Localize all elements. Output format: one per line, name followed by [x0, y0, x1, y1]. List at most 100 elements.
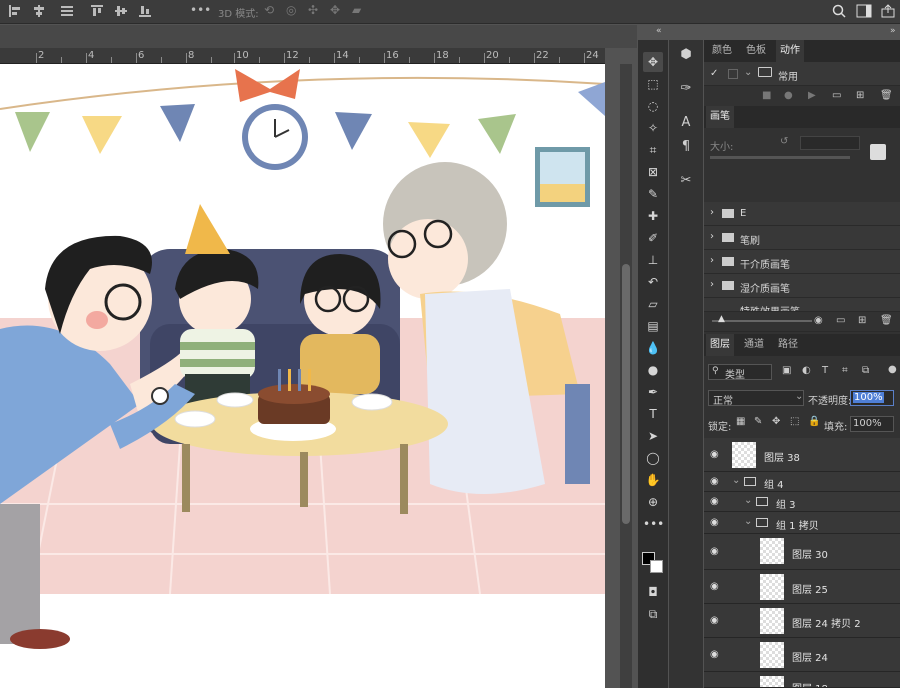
delete-icon[interactable]: 🗑: [880, 90, 893, 101]
clone-stamp-tool-icon[interactable]: ⊥: [643, 250, 663, 270]
lock-artboard-icon[interactable]: ⬚: [790, 416, 799, 427]
layer-row[interactable]: ◉ 图层 25: [704, 570, 900, 604]
lock-all-icon[interactable]: 🔒: [808, 416, 820, 427]
drag-3d-icon[interactable]: ✣: [308, 3, 318, 17]
eraser-tool-icon[interactable]: ▱: [643, 294, 663, 314]
record-icon[interactable]: ●: [784, 90, 793, 101]
orbit-3d-icon[interactable]: ⟲: [264, 3, 274, 17]
layer-row[interactable]: ◉ 图层 24 拷贝 2: [704, 604, 900, 638]
dodge-tool-icon[interactable]: ●: [643, 360, 663, 380]
eye-icon[interactable]: ◉: [710, 497, 724, 507]
layer-row[interactable]: ◉ 图层 38: [704, 438, 900, 472]
quick-mask-icon[interactable]: ◘: [643, 582, 663, 602]
lasso-tool-icon[interactable]: ◌: [643, 96, 663, 116]
brush-preview-slider[interactable]: [712, 320, 812, 322]
tools-preset-icon[interactable]: ✂: [677, 172, 695, 190]
stop-icon[interactable]: ■: [762, 90, 771, 101]
reset-icon[interactable]: ↺: [780, 136, 788, 147]
tab-actions[interactable]: 动作: [776, 40, 804, 62]
brush-folder-row[interactable]: › 干介质画笔: [704, 250, 900, 274]
document-canvas[interactable]: [0, 64, 620, 688]
layer-filter-select[interactable]: ⚲ 类型: [708, 364, 772, 381]
filter-shape-icon[interactable]: ⌗: [842, 365, 848, 376]
filter-type-icon[interactable]: T: [822, 365, 828, 376]
eye-icon[interactable]: ◉: [710, 450, 724, 460]
delete-icon[interactable]: 🗑: [880, 315, 893, 326]
tab-paths[interactable]: 路径: [774, 334, 802, 356]
background-color-swatch[interactable]: [650, 560, 663, 573]
chevron-down-icon[interactable]: ⌄: [744, 495, 752, 506]
pen-tool-icon[interactable]: ✒: [643, 382, 663, 402]
tab-swatches[interactable]: 色板: [742, 40, 770, 62]
filter-adjustment-icon[interactable]: ◐: [802, 365, 811, 376]
size-slider[interactable]: [710, 156, 850, 159]
history-brush-tool-icon[interactable]: ↶: [643, 272, 663, 292]
character-panel-icon[interactable]: A: [677, 114, 695, 132]
layer-row[interactable]: ◉ 图层 24: [704, 638, 900, 672]
chevron-down-icon[interactable]: ⌄: [744, 67, 752, 78]
search-icon[interactable]: [832, 4, 846, 18]
video-3d-icon[interactable]: ▰: [352, 3, 361, 17]
eyedropper-tool-icon[interactable]: ✎: [643, 184, 663, 204]
tab-channels[interactable]: 通道: [740, 334, 768, 356]
eye-icon[interactable]: ◉: [710, 518, 724, 528]
new-group-icon[interactable]: ▭: [836, 315, 845, 326]
eye-icon[interactable]: ◉: [710, 616, 724, 626]
align-left-icon[interactable]: [8, 4, 22, 18]
share-icon[interactable]: [880, 4, 896, 18]
move-tool-icon[interactable]: ✥: [643, 52, 663, 72]
layer-row[interactable]: ◉ 图层 30: [704, 534, 900, 570]
brush-settings-button[interactable]: [870, 144, 886, 160]
chevron-down-icon[interactable]: ⌄: [744, 516, 752, 527]
new-action-icon[interactable]: ⊞: [856, 90, 864, 101]
layer-group-row[interactable]: ◉ ⌄ 组 3: [704, 492, 900, 512]
blur-tool-icon[interactable]: 💧: [643, 338, 663, 358]
brush-settings-icon[interactable]: ✑: [677, 80, 695, 98]
brush-folder-row[interactable]: › 笔刷: [704, 226, 900, 250]
layer-group-row[interactable]: ◉ ⌄ 组 4: [704, 472, 900, 492]
check-icon[interactable]: ✓: [710, 68, 718, 79]
zoom-tool-icon[interactable]: ⊕: [643, 492, 663, 512]
distribute-icon[interactable]: [60, 4, 74, 18]
brush-folder-row[interactable]: 特殊效果画笔: [704, 298, 900, 312]
tab-layers[interactable]: 图层: [706, 334, 734, 356]
align-middle-icon[interactable]: [114, 4, 128, 18]
paragraph-panel-icon[interactable]: ¶: [677, 138, 695, 156]
collapse-tools-icon[interactable]: «: [656, 26, 662, 36]
screen-mode-icon[interactable]: ⧉: [643, 604, 663, 624]
filter-pixel-icon[interactable]: ▣: [782, 365, 791, 376]
lock-transparent-icon[interactable]: ▦: [736, 416, 745, 427]
slider-handle-icon[interactable]: ▲: [718, 314, 725, 324]
type-tool-icon[interactable]: T: [643, 404, 663, 424]
eye-icon[interactable]: ◉: [710, 477, 724, 487]
filter-toggle-icon[interactable]: ●: [888, 364, 897, 375]
eye-icon[interactable]: ◉: [710, 582, 724, 592]
more-icon[interactable]: •••: [190, 3, 211, 17]
marquee-tool-icon[interactable]: ⬚: [643, 74, 663, 94]
3d-panel-icon[interactable]: ⬢: [677, 46, 695, 64]
align-bottom-icon[interactable]: [138, 4, 152, 18]
tab-color[interactable]: 颜色: [708, 40, 736, 62]
fill-input[interactable]: 100%: [850, 416, 894, 432]
roll-3d-icon[interactable]: ◎: [286, 3, 296, 17]
eye-icon[interactable]: ◉: [710, 547, 724, 557]
brush-tool-icon[interactable]: ✐: [643, 228, 663, 248]
hand-tool-icon[interactable]: ✋: [643, 470, 663, 490]
tab-brushes[interactable]: 画笔: [706, 106, 734, 128]
brush-folder-row[interactable]: › 湿介质画笔: [704, 274, 900, 298]
chevron-right-icon[interactable]: ›: [710, 231, 714, 242]
new-brush-icon[interactable]: ⊞: [858, 315, 866, 326]
edit-toolbar-icon[interactable]: •••: [643, 514, 664, 534]
blend-mode-select[interactable]: 正常 ⌄: [708, 390, 804, 407]
ellipse-tool-icon[interactable]: ◯: [643, 448, 663, 468]
frame-tool-icon[interactable]: ⊠: [643, 162, 663, 182]
path-selection-tool-icon[interactable]: ➤: [643, 426, 663, 446]
layer-row[interactable]: 图层 18: [704, 672, 900, 688]
chevron-right-icon[interactable]: ›: [710, 279, 714, 290]
layer-group-row[interactable]: ◉ ⌄ 组 1 拷贝: [704, 512, 900, 534]
gradient-tool-icon[interactable]: ▤: [643, 316, 663, 336]
eye-icon[interactable]: ◉: [710, 650, 724, 660]
slide-3d-icon[interactable]: ✥: [330, 3, 340, 17]
new-set-icon[interactable]: ▭: [832, 90, 841, 101]
magic-wand-tool-icon[interactable]: ✧: [643, 118, 663, 138]
